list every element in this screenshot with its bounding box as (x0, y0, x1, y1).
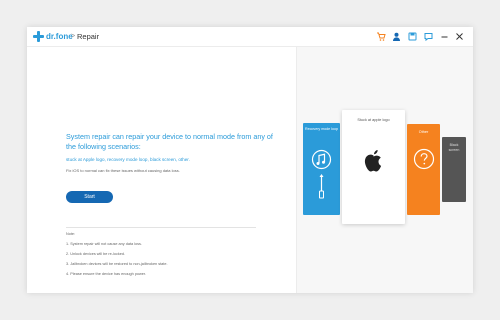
card-label: Recovery mode loop (305, 127, 338, 131)
cart-icon[interactable] (375, 31, 386, 42)
repair-headline: System repair can repair your device to … (66, 132, 273, 151)
divider (66, 227, 256, 228)
note-item: 3. Jailbroken devices will be restored t… (66, 262, 168, 266)
close-icon[interactable] (454, 31, 465, 42)
feedback-icon[interactable] (423, 31, 434, 42)
start-button[interactable]: Start (66, 191, 113, 203)
account-icon[interactable] (391, 31, 402, 42)
apple-logo-card: Stuck at apple logo (342, 110, 405, 224)
main-panel: System repair can repair your device to … (27, 47, 297, 293)
scenarios-text: stuck at Apple logo, recovery mode loop,… (66, 157, 190, 162)
note-item: 1. System repair will not cause any data… (66, 242, 142, 246)
save-icon[interactable] (407, 31, 418, 42)
card-label: Other (418, 130, 429, 134)
card-label: Black screen (448, 143, 460, 152)
drfone-logo-icon (33, 31, 44, 42)
minimize-icon[interactable] (439, 31, 450, 42)
itunes-usb-icon (311, 149, 332, 199)
note-item: 2. Unlock devices will be re-locked. (66, 252, 126, 256)
fix-note: Fix iOS to normal can fix these issues w… (66, 168, 180, 173)
black-screen-card: Black screen (442, 137, 466, 202)
scenario-illustration: Recovery mode loop Stuck at apple logo O… (297, 47, 473, 293)
title-bar: dr.fone > Repair (27, 27, 473, 47)
other-card: Other (407, 124, 440, 215)
app-window: dr.fone > Repair System repair can repai… (27, 27, 473, 293)
breadcrumb-current: Repair (77, 32, 100, 41)
card-label: Stuck at apple logo (357, 118, 390, 122)
apple-logo-icon (364, 150, 382, 172)
breadcrumb-separator: > (71, 33, 76, 40)
notes-title: Note: (66, 232, 76, 236)
brand-name: dr.fone (46, 32, 73, 41)
recovery-mode-card: Recovery mode loop (303, 123, 340, 215)
question-icon (413, 148, 435, 170)
note-item: 4. Please ensure the device has enough p… (66, 272, 147, 276)
